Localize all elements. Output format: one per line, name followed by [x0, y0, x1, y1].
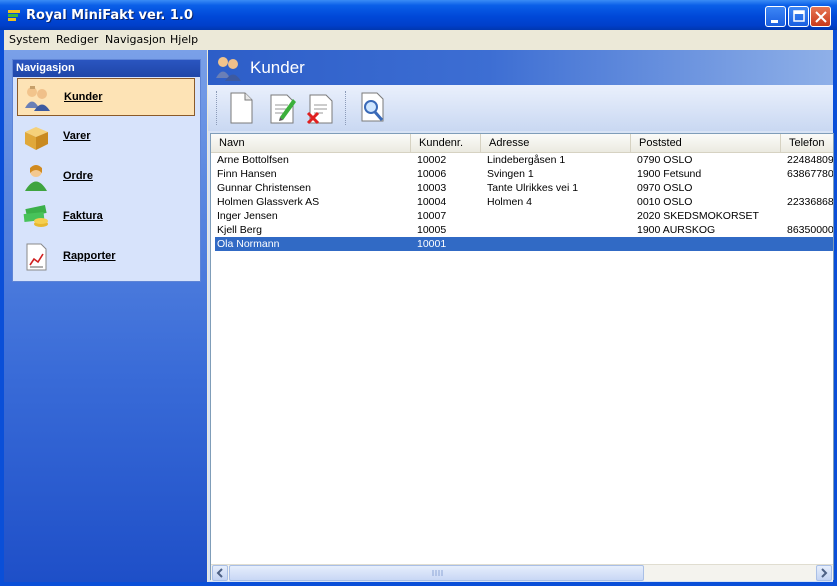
table-row[interactable]: Kjell Berg 10005 1900 AURSKOG 86350000: [215, 223, 834, 237]
report-chart-icon: [26, 243, 47, 271]
horizontal-scrollbar[interactable]: [211, 564, 833, 581]
cell-navn: Holmen Glassverk AS: [217, 196, 320, 208]
nav-item-label: Ordre: [63, 170, 93, 182]
cell-poststed: 2020 SKEDSMOKORSET: [637, 210, 759, 222]
cell-kundenr: 10004: [417, 196, 447, 208]
cell-adresse: Svingen 1: [487, 168, 534, 180]
menu-hjelp[interactable]: Hjelp: [170, 33, 198, 46]
cell-navn: Finn Hansen: [217, 168, 277, 180]
column-header-label: Telefon: [789, 137, 825, 149]
new-document-icon[interactable]: [226, 91, 256, 125]
cell-telefon: 22484809: [787, 154, 834, 166]
customers-icon: [216, 57, 241, 81]
toolbar-separator: [345, 91, 348, 125]
customer-list[interactable]: Navn Kundenr. Adresse Poststed Telefon A…: [210, 133, 834, 580]
box-icon: [25, 127, 48, 150]
cell-navn: Gunnar Christensen: [217, 182, 311, 194]
grip-icon: [432, 570, 443, 576]
table-row-selected[interactable]: Ola Normann 10001: [215, 237, 833, 251]
minimize-icon: [771, 20, 778, 23]
nav-item-kunder[interactable]: Kunder: [17, 78, 195, 116]
scroll-right-button[interactable]: [816, 565, 832, 581]
cell-poststed: 0790 OSLO: [637, 154, 693, 166]
maximize-button[interactable]: [788, 6, 809, 27]
toolbar-grip[interactable]: [216, 91, 219, 125]
nav-item-faktura[interactable]: Faktura: [17, 198, 195, 236]
cell-navn: Inger Jensen: [217, 210, 278, 222]
menu-rediger[interactable]: Rediger: [56, 33, 98, 46]
column-header-telefon[interactable]: Telefon: [781, 134, 833, 152]
app-logo-icon: [8, 10, 20, 21]
cell-kundenr: 10007: [417, 210, 447, 222]
cell-navn: Arne Bottolfsen: [217, 154, 289, 166]
search-document-icon[interactable]: [358, 91, 388, 125]
cell-poststed: 1900 AURSKOG: [637, 224, 716, 236]
navigation-header-label: Navigasjon: [16, 62, 75, 74]
cell-kundenr: 10002: [417, 154, 447, 166]
cell-poststed: 1900 Fetsund: [637, 168, 702, 180]
scroll-thumb[interactable]: [229, 565, 644, 581]
menu-bar: System Rediger Navigasjon Hjelp: [4, 30, 833, 50]
cell-kundenr: 10005: [417, 224, 447, 236]
menu-system[interactable]: System: [9, 33, 50, 46]
list-header: Navn Kundenr. Adresse Poststed Telefon: [211, 134, 833, 153]
nav-item-label: Kunder: [64, 91, 103, 103]
nav-item-rapporter[interactable]: Rapporter: [17, 238, 195, 276]
cell-adresse: Holmen 4: [487, 196, 532, 208]
cell-poststed: 0010 OSLO: [637, 196, 693, 208]
cell-adresse: Tante Ulrikkes vei 1: [487, 182, 579, 194]
nav-item-varer[interactable]: Varer: [17, 118, 195, 156]
column-header-poststed[interactable]: Poststed: [631, 134, 781, 152]
cell-kundenr: 10003: [417, 182, 447, 194]
table-row[interactable]: Gunnar Christensen 10003 Tante Ulrikkes …: [215, 181, 833, 195]
cell-adresse: Lindebergåsen 1: [487, 154, 566, 166]
column-header-label: Kundenr.: [419, 137, 464, 149]
cell-kundenr: 10001: [417, 238, 447, 250]
page-title: Kunder: [250, 58, 305, 77]
navigation-panel: Navigasjon Kunder Varer Ordre Faktura Ra…: [12, 59, 201, 282]
edit-document-icon[interactable]: [268, 91, 298, 125]
cell-telefon: 63867780: [787, 168, 834, 180]
app-window: Royal MiniFakt ver. 1.0 System Rediger N…: [0, 0, 837, 586]
page-header: Kunder: [208, 50, 833, 85]
cell-telefon: 86350000: [787, 224, 834, 236]
nav-item-ordre[interactable]: Ordre: [17, 158, 195, 196]
cell-navn: Kjell Berg: [217, 224, 262, 236]
table-row[interactable]: Inger Jensen 10007 2020 SKEDSMOKORSET: [215, 209, 833, 223]
close-icon: [815, 11, 827, 23]
column-header-label: Navn: [219, 137, 245, 149]
menu-navigasjon[interactable]: Navigasjon: [105, 33, 166, 46]
column-header-label: Adresse: [489, 137, 530, 149]
nav-item-label: Varer: [63, 130, 91, 142]
column-header-adresse[interactable]: Adresse: [481, 134, 631, 152]
navigation-header: Navigasjon: [13, 60, 200, 77]
column-header-navn[interactable]: Navn: [211, 134, 411, 152]
nav-item-label: Faktura: [63, 210, 103, 222]
toolbar: [208, 85, 833, 131]
customers-icon: [25, 86, 50, 111]
cell-telefon: 22336868: [787, 196, 834, 208]
window-title: Royal MiniFakt ver. 1.0: [26, 8, 193, 23]
close-button[interactable]: [810, 6, 831, 27]
title-bar[interactable]: Royal MiniFakt ver. 1.0: [0, 0, 837, 30]
scroll-left-button[interactable]: [212, 565, 228, 581]
cell-navn: Ola Normann: [217, 238, 280, 250]
delete-document-icon[interactable]: [305, 91, 335, 125]
minimize-button[interactable]: [765, 6, 786, 27]
money-icon: [23, 205, 48, 227]
chevron-left-icon: [216, 568, 223, 578]
person-orders-icon: [25, 165, 47, 191]
table-row[interactable]: Arne Bottolfsen 10002 Lindebergåsen 1 07…: [215, 153, 834, 167]
column-header-kundenr[interactable]: Kundenr.: [411, 134, 481, 152]
table-row[interactable]: Holmen Glassverk AS 10004 Holmen 4 0010 …: [215, 195, 834, 209]
chevron-right-icon: [821, 568, 828, 578]
cell-poststed: 0970 OSLO: [637, 182, 693, 194]
cell-kundenr: 10006: [417, 168, 447, 180]
maximize-icon: [793, 10, 805, 22]
column-header-label: Poststed: [639, 137, 682, 149]
table-row[interactable]: Finn Hansen 10006 Svingen 1 1900 Fetsund…: [215, 167, 834, 181]
nav-item-label: Rapporter: [63, 250, 116, 262]
